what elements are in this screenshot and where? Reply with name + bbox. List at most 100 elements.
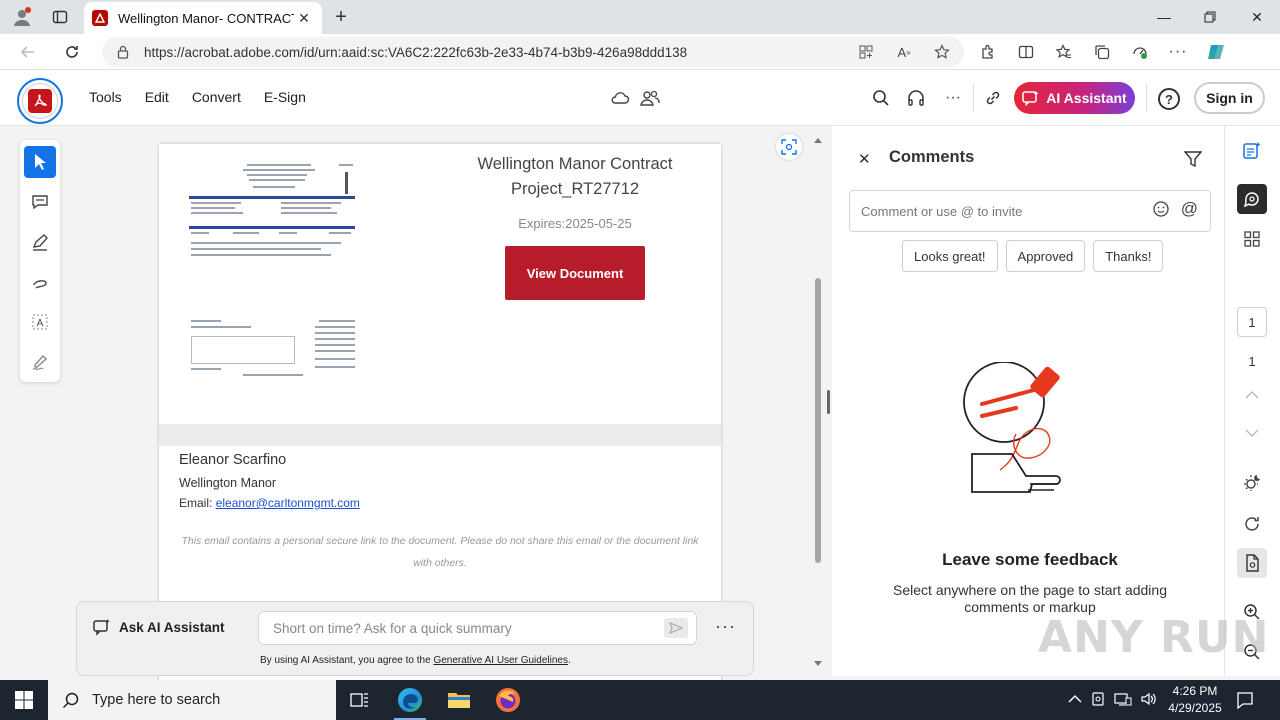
share-people-icon[interactable] bbox=[640, 88, 660, 108]
network-icon[interactable] bbox=[1114, 691, 1132, 710]
page-down-icon[interactable] bbox=[1237, 418, 1267, 448]
ask-ai-label[interactable]: Ask AI Assistant bbox=[93, 618, 225, 636]
thumbnails-grid-icon[interactable] bbox=[1237, 224, 1267, 254]
task-view-icon[interactable] bbox=[336, 680, 384, 720]
close-comments-icon[interactable]: ✕ bbox=[858, 150, 871, 168]
read-aloud-headphones-icon[interactable] bbox=[906, 88, 926, 108]
search-icon[interactable] bbox=[871, 88, 891, 108]
emoji-icon[interactable] bbox=[1153, 201, 1169, 222]
section-divider bbox=[159, 424, 721, 446]
sender-email-link[interactable]: eleanor@carltonmgmt.com bbox=[216, 496, 360, 510]
acrobat-logo[interactable] bbox=[17, 78, 63, 124]
chip-thanks[interactable]: Thanks! bbox=[1093, 240, 1164, 272]
performance-icon[interactable] bbox=[1130, 42, 1150, 62]
scroll-up-icon[interactable] bbox=[813, 136, 823, 144]
browser-tab-active[interactable]: Wellington Manor- CONTRACT P ✕ bbox=[84, 2, 322, 34]
collections-icon[interactable] bbox=[1092, 42, 1112, 62]
document-properties-icon[interactable] bbox=[1237, 548, 1267, 578]
rotate-refresh-icon[interactable] bbox=[1237, 509, 1267, 539]
comment-input-placeholder: Comment or use @ to invite bbox=[861, 203, 1023, 219]
help-icon[interactable]: ? bbox=[1158, 88, 1180, 110]
extensions-icon[interactable] bbox=[978, 42, 998, 62]
send-icon[interactable] bbox=[664, 618, 688, 638]
feedback-illustration bbox=[963, 362, 1061, 493]
restore-icon[interactable] bbox=[1187, 0, 1233, 34]
url-text: https://acrobat.adobe.com/id/urn:aaid:sc… bbox=[144, 44, 688, 60]
url-field[interactable]: https://acrobat.adobe.com/id/urn:aaid:sc… bbox=[102, 37, 964, 67]
page-up-icon[interactable] bbox=[1237, 380, 1267, 410]
back-icon[interactable] bbox=[14, 40, 42, 64]
notifications-icon[interactable] bbox=[1234, 689, 1256, 711]
ai-assistant-icon bbox=[1022, 91, 1039, 106]
select-tool-icon[interactable] bbox=[24, 146, 56, 178]
split-screen-icon[interactable] bbox=[1016, 42, 1036, 62]
windows-start-icon[interactable] bbox=[0, 680, 48, 720]
close-window-icon[interactable]: ✕ bbox=[1234, 0, 1280, 34]
current-page-input[interactable]: 1 bbox=[1237, 307, 1267, 337]
scroll-down-icon[interactable] bbox=[813, 660, 823, 668]
more-options-icon[interactable]: ··· bbox=[943, 88, 963, 108]
invoice-thumbnail bbox=[187, 160, 359, 380]
minimize-icon[interactable]: — bbox=[1141, 0, 1187, 34]
tray-expand-icon[interactable] bbox=[1068, 693, 1082, 707]
tab-actions-icon[interactable] bbox=[46, 5, 74, 29]
cloud-icon[interactable] bbox=[610, 88, 630, 108]
edge-taskbar-icon[interactable] bbox=[386, 680, 434, 720]
acrobat-header: Tools Edit Convert E-Sign ··· AI Assista… bbox=[0, 70, 1280, 126]
refresh-icon[interactable] bbox=[58, 40, 86, 64]
theme-brightness-icon[interactable] bbox=[1237, 468, 1267, 498]
ai-question-input[interactable]: Short on time? Ask for a quick summary bbox=[258, 611, 697, 645]
ai-guidelines-link[interactable]: Generative AI User Guidelines bbox=[433, 655, 568, 666]
anyrun-watermark: ANY RUN bbox=[1038, 612, 1270, 663]
scroll-thumb[interactable] bbox=[815, 278, 821, 563]
new-tab-icon[interactable]: + bbox=[330, 6, 352, 28]
firefox-icon[interactable] bbox=[484, 680, 532, 720]
header-divider-2 bbox=[1146, 84, 1147, 112]
ai-notes-icon[interactable] bbox=[1237, 136, 1267, 166]
mention-icon[interactable]: @ bbox=[1181, 200, 1198, 222]
comment-input[interactable]: Comment or use @ to invite @ bbox=[849, 190, 1211, 232]
ai-chat-icon bbox=[93, 619, 110, 636]
menu-tools[interactable]: Tools bbox=[89, 89, 122, 105]
freehand-draw-icon[interactable] bbox=[24, 266, 56, 298]
sign-in-button[interactable]: Sign in bbox=[1194, 82, 1265, 114]
text-box-icon[interactable]: A bbox=[24, 306, 56, 338]
taskbar-clock[interactable]: 4:26 PM 4/29/2025 bbox=[1160, 683, 1230, 717]
app-available-icon[interactable] bbox=[856, 42, 876, 62]
total-pages: 1 bbox=[1248, 354, 1256, 369]
chip-looks-great[interactable]: Looks great! bbox=[902, 240, 998, 272]
taskbar-search-box[interactable]: Type here to search bbox=[48, 680, 336, 720]
read-aloud-icon[interactable]: A» bbox=[894, 42, 914, 62]
ai-more-options-icon[interactable]: ··· bbox=[715, 616, 736, 637]
browser-tab-bar: Wellington Manor- CONTRACT P ✕ + — ✕ bbox=[0, 0, 1280, 34]
favorites-icon[interactable] bbox=[1054, 42, 1074, 62]
tab-close-icon[interactable]: ✕ bbox=[294, 8, 314, 28]
menu-convert[interactable]: Convert bbox=[192, 89, 241, 105]
taskbar-search-placeholder: Type here to search bbox=[92, 692, 221, 708]
document-scrollbar[interactable] bbox=[813, 130, 823, 670]
windows-taskbar: Type here to search 4:26 PM 4/29/2025 bbox=[0, 680, 1280, 720]
menu-esign[interactable]: E-Sign bbox=[264, 89, 306, 105]
sign-pen-icon[interactable] bbox=[24, 346, 56, 378]
favorite-star-icon[interactable] bbox=[932, 42, 952, 62]
comments-panel-icon[interactable] bbox=[1237, 184, 1267, 214]
filter-icon[interactable] bbox=[1183, 150, 1203, 173]
ai-assistant-button[interactable]: AI Assistant bbox=[1014, 82, 1135, 114]
feedback-subtitle: Select anywhere on the page to start add… bbox=[893, 582, 1167, 615]
volume-icon[interactable] bbox=[1140, 691, 1158, 710]
panel-resize-handle[interactable] bbox=[827, 390, 830, 414]
left-tool-rail: A bbox=[20, 140, 60, 382]
menu-edit[interactable]: Edit bbox=[145, 89, 169, 105]
chip-approved[interactable]: Approved bbox=[1005, 240, 1086, 272]
settings-more-icon[interactable]: ··· bbox=[1168, 42, 1188, 62]
copilot-icon[interactable] bbox=[1206, 42, 1226, 62]
file-explorer-icon[interactable] bbox=[435, 680, 483, 720]
profile-icon[interactable] bbox=[8, 5, 36, 29]
draw-highlight-icon[interactable] bbox=[24, 226, 56, 258]
tray-device-icon[interactable] bbox=[1090, 691, 1106, 710]
add-comment-icon[interactable] bbox=[24, 186, 56, 218]
view-document-button[interactable]: View Document bbox=[505, 246, 645, 300]
ask-ai-text: Ask AI Assistant bbox=[119, 619, 225, 635]
copy-link-icon[interactable] bbox=[983, 88, 1003, 108]
focus-mode-icon[interactable] bbox=[776, 134, 802, 160]
